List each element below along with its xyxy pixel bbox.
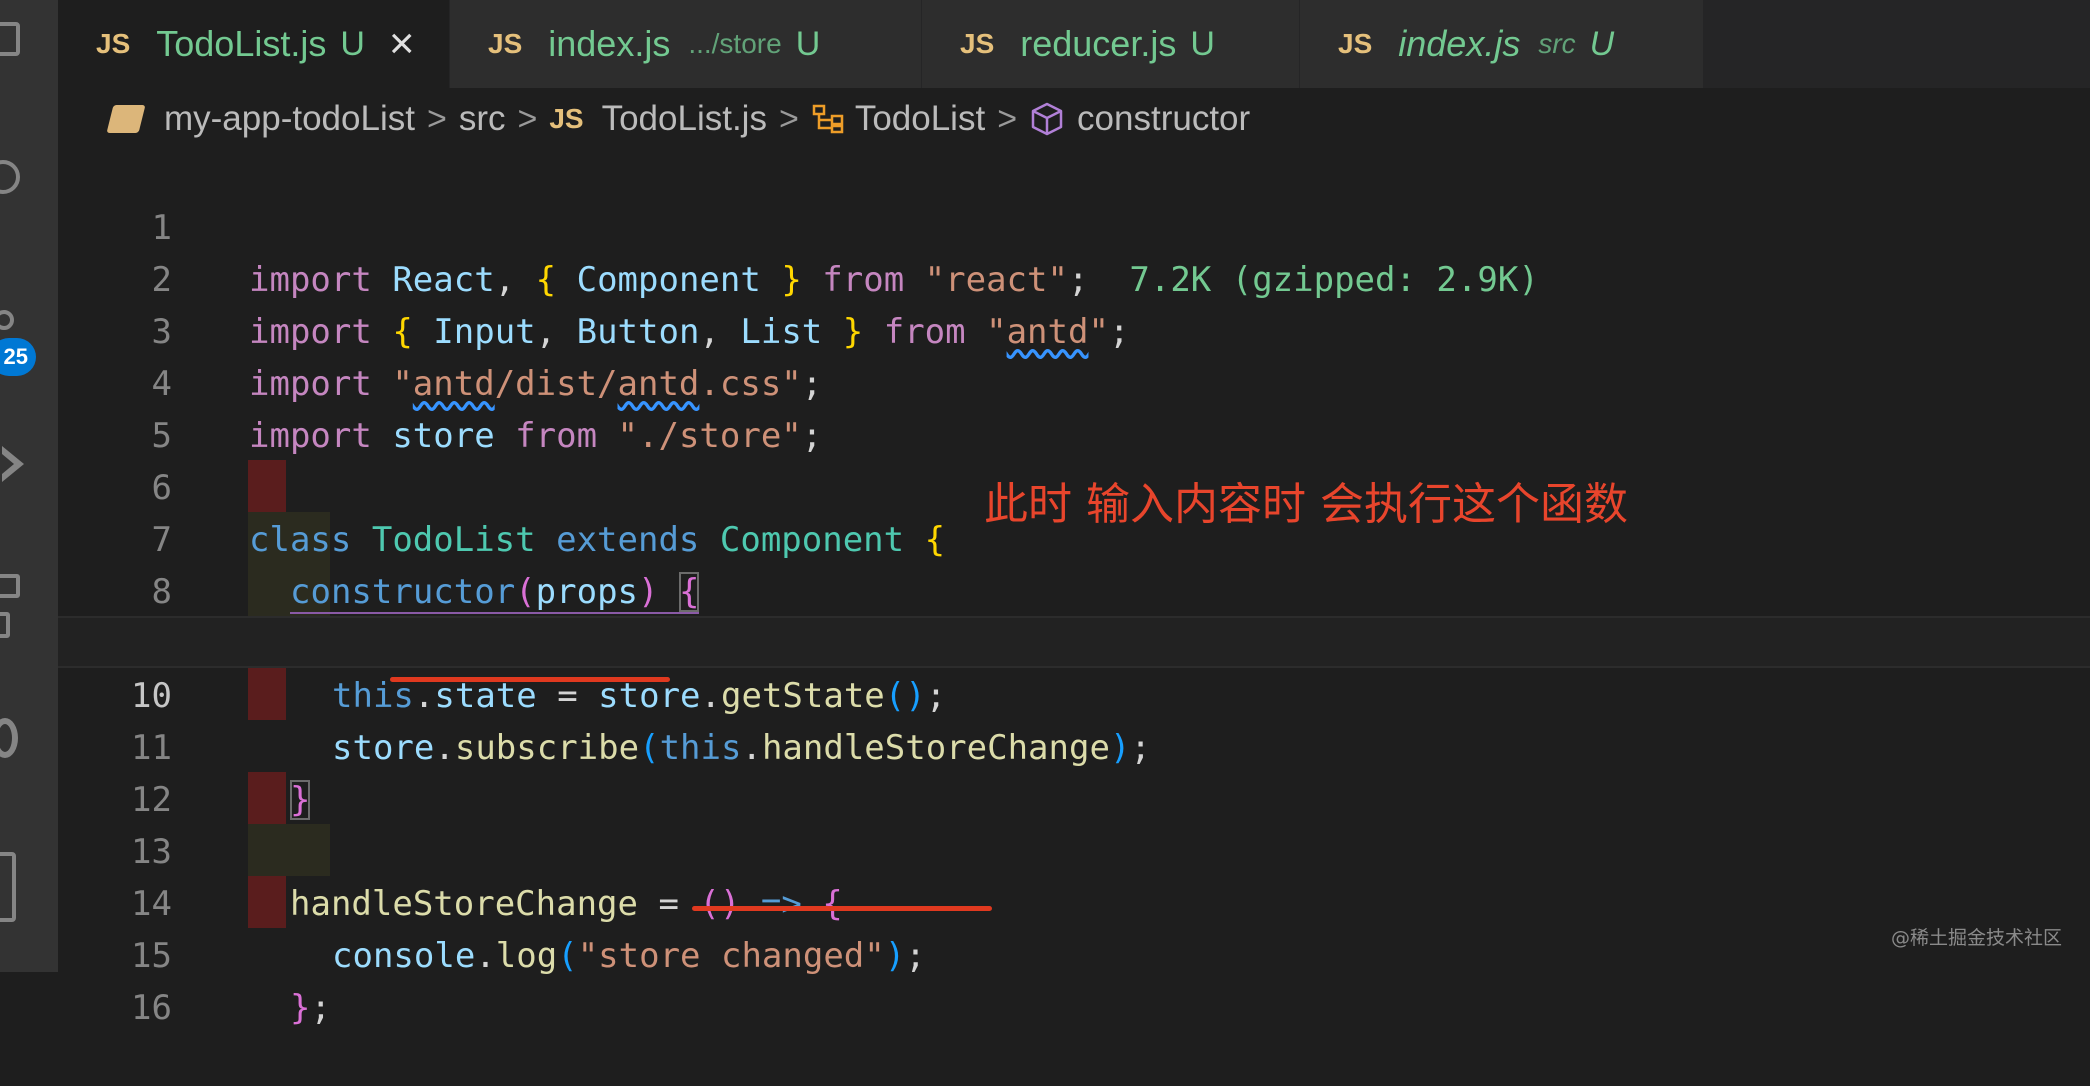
- annotation-underline: [692, 906, 992, 911]
- extensions-secondary-icon[interactable]: [0, 612, 10, 638]
- breadcrumb-folder[interactable]: my-app-todoList: [164, 99, 415, 139]
- class-icon: [812, 104, 844, 134]
- code-line-current: 10 store.subscribe(this.handleStoreChang…: [58, 616, 2090, 768]
- line-number: 16: [131, 988, 172, 1028]
- code-line: 12: [58, 722, 2090, 820]
- tab-description: .../store: [688, 28, 782, 59]
- code-line: 15 };: [58, 878, 2090, 1028]
- breadcrumb-separator: >: [778, 99, 799, 138]
- breadcrumb: my-app-todoList > src > JS TodoList.js >…: [106, 96, 1250, 142]
- js-file-icon: JS: [1338, 28, 1373, 59]
- source-control-icon[interactable]: [0, 310, 14, 330]
- explorer-icon[interactable]: [0, 22, 20, 56]
- code-line: 16: [58, 930, 2090, 1028]
- code-line: 9 this.state = store.getState();: [58, 566, 2090, 716]
- js-file-icon: JS: [488, 28, 523, 59]
- code-line: 11 }: [58, 670, 2090, 820]
- js-file-icon: JS: [96, 28, 131, 59]
- code-line: 4 import store from "./store";: [58, 306, 2090, 456]
- code-line: 14 console.log("store changed");: [58, 826, 2090, 976]
- method-icon: [1031, 102, 1063, 136]
- folder-icon: [106, 105, 146, 133]
- search-icon[interactable]: [0, 160, 20, 194]
- tab-label: TodoList.js: [156, 23, 327, 64]
- eye-icon[interactable]: [0, 718, 18, 758]
- run-debug-icon[interactable]: [2, 446, 24, 482]
- code-line: 3 import "antd/dist/antd.css";: [58, 254, 2090, 404]
- source-control-badge: 25: [0, 338, 36, 376]
- annotation-underline: [390, 677, 670, 682]
- tab-label: index.js: [548, 23, 671, 64]
- code-line: 6 class TodoList extends Component {: [58, 410, 2090, 560]
- code-line: 13 handleStoreChange = () => {: [58, 774, 2090, 924]
- breadcrumb-class[interactable]: TodoList: [855, 99, 985, 139]
- tab-status: U: [1190, 24, 1215, 63]
- js-file-icon: JS: [549, 103, 584, 134]
- token: }: [290, 988, 311, 1028]
- code-line: 5: [58, 358, 2090, 456]
- code-editor[interactable]: 1 import React, { Component } from "reac…: [58, 150, 2090, 1028]
- tab-status: U: [795, 24, 821, 63]
- editor-tab-bar: JS TodoList.js U × JS index.js .../store…: [58, 0, 2090, 88]
- breadcrumb-separator: >: [517, 99, 538, 138]
- tab-label: reducer.js: [1020, 23, 1177, 64]
- activity-bar: 25: [0, 0, 58, 972]
- annotation-text: 此时 输入内容时 会执行这个函数: [984, 479, 1628, 530]
- code-line: 2 import { Input, Button, List } from "a…: [58, 202, 2090, 352]
- code-text: };: [290, 982, 331, 1034]
- close-icon[interactable]: ×: [389, 22, 415, 66]
- breadcrumb-file[interactable]: TodoList.js: [602, 99, 767, 139]
- code-line: 1 import React, { Component } from "reac…: [58, 150, 2090, 300]
- tab-reducer-js[interactable]: JS reducer.js U: [922, 0, 1300, 88]
- book-icon[interactable]: [0, 852, 16, 922]
- extensions-icon[interactable]: [0, 574, 20, 598]
- tab-status: U: [340, 24, 365, 63]
- js-file-icon: JS: [960, 28, 995, 59]
- tab-store-index-js[interactable]: JS index.js .../store U: [450, 0, 922, 88]
- tab-todolist-js[interactable]: JS TodoList.js U ×: [58, 0, 450, 88]
- breadcrumb-src[interactable]: src: [459, 99, 506, 139]
- breadcrumb-separator: >: [997, 99, 1018, 138]
- watermark: @稀土掘金技术社区: [1890, 927, 2062, 949]
- breadcrumb-separator: >: [426, 99, 447, 138]
- tab-description: src: [1538, 28, 1576, 59]
- tab-src-index-js[interactable]: JS index.js src U: [1300, 0, 1704, 88]
- breadcrumb-method[interactable]: constructor: [1077, 99, 1250, 139]
- token: ;: [310, 988, 331, 1028]
- tab-status: U: [1589, 24, 1615, 63]
- tab-label: index.js: [1398, 23, 1521, 64]
